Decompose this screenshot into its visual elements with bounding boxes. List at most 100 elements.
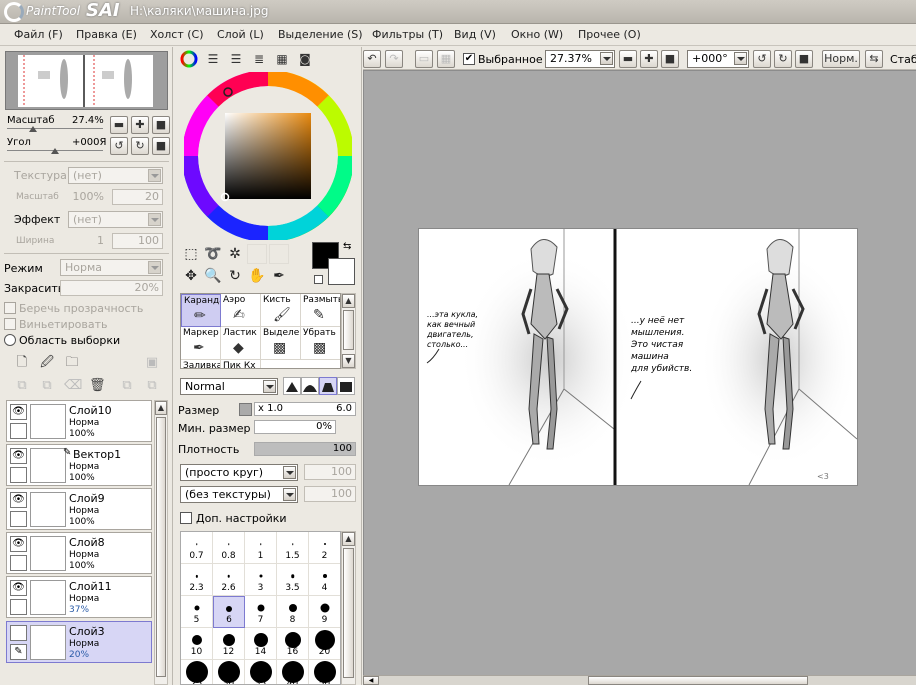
layer-item[interactable]: 👁 Слой10 Норма 100% — [6, 400, 152, 442]
soft-edge-shape-icon[interactable] — [301, 377, 319, 395]
size-grid-scrollbar[interactable]: ▲ — [341, 531, 356, 685]
brush-texture-strength[interactable]: 100 — [304, 486, 356, 502]
scroll-thumb[interactable] — [588, 676, 808, 685]
brush-size-preset[interactable]: 1.5 — [277, 532, 309, 564]
brush-pencil[interactable]: Каранда ✏ — [181, 294, 221, 327]
brush-size-preset[interactable]: 14 — [245, 628, 277, 660]
menu-edit[interactable]: Правка (E) — [76, 28, 137, 41]
menu-canvas[interactable]: Холст (C) — [150, 28, 204, 41]
brush-size-preset[interactable]: 2.3 — [181, 564, 213, 596]
reset-colors-icon[interactable] — [314, 275, 323, 284]
merge-down-icon[interactable]: ⧉ — [119, 378, 135, 394]
normal-view-button[interactable]: Норм. — [822, 50, 860, 68]
swatches-tab-icon[interactable]: ≣ — [249, 50, 269, 68]
canvas-zoom-out-button[interactable]: ▬ — [619, 50, 637, 68]
eye-icon[interactable] — [10, 625, 27, 641]
scroll-thumb[interactable] — [156, 417, 166, 677]
deselect-button[interactable]: ▭ — [415, 50, 433, 68]
brush-size-preset[interactable]: 12 — [213, 628, 245, 660]
size-slider[interactable]: x 1.0 6.0 — [254, 402, 356, 416]
palette-tab-icon[interactable]: ▦ — [272, 50, 292, 68]
rotate-icon[interactable]: ↻ — [225, 266, 245, 286]
brush-size-preset[interactable]: 50 — [309, 660, 340, 684]
scratchpad-tab-icon[interactable]: ◙ — [295, 50, 315, 68]
layer-item[interactable]: 👁 Вектор1 ✎ Норма 100% — [6, 444, 152, 486]
brush-size-preset[interactable]: 5 — [181, 596, 213, 628]
magic-wand-icon[interactable]: ✲ — [225, 244, 245, 264]
rgb-slider-tab-icon[interactable]: ☰ — [203, 50, 223, 68]
selected-checkbox[interactable]: ✔ — [463, 53, 475, 65]
menu-window[interactable]: Окно (W) — [511, 28, 563, 41]
copy-layer-icon[interactable]: ⧉ — [14, 378, 30, 394]
new-vector-layer-icon[interactable]: 🖉 — [39, 355, 55, 371]
flip-horizontal-button[interactable]: ⇆ — [865, 50, 883, 68]
merge-visible-icon[interactable]: ⧉ — [144, 378, 160, 394]
menu-view[interactable]: Вид (V) — [454, 28, 496, 41]
vignette-checkbox[interactable] — [4, 318, 16, 330]
hsv-slider-tab-icon[interactable]: ☰ — [226, 50, 246, 68]
brush-size-preset[interactable]: 2 — [309, 532, 340, 564]
brush-size-preset[interactable]: 7 — [245, 596, 277, 628]
brush-palette-scrollbar[interactable]: ▲ ▼ — [341, 293, 356, 369]
rotate-reset-button[interactable]: ■ — [152, 137, 170, 155]
move-icon[interactable]: ✥ — [181, 266, 201, 286]
hand-icon[interactable]: ✋ — [247, 266, 267, 286]
invert-selection-button[interactable]: ▦ — [437, 50, 455, 68]
layer-list-scrollbar[interactable]: ▲ — [154, 400, 168, 685]
brush-size-preset[interactable]: 10 — [181, 628, 213, 660]
clear-layer-icon[interactable]: ⌫ — [64, 378, 82, 394]
lock-toggle[interactable] — [10, 423, 27, 439]
zoom-reset-button[interactable]: ■ — [152, 116, 170, 134]
canvas-zoom-reset-button[interactable]: ■ — [661, 50, 679, 68]
min-size-slider[interactable]: 0% — [254, 420, 336, 434]
brush-size-preset[interactable]: 0.7 — [181, 532, 213, 564]
redo-button[interactable]: ↷ — [385, 50, 403, 68]
brush-size-preset[interactable]: 35 — [245, 660, 277, 684]
zoom-out-button[interactable]: ▬ — [110, 116, 128, 134]
brush-shape-strength[interactable]: 100 — [304, 464, 356, 480]
eye-icon[interactable]: 👁 — [10, 404, 27, 420]
brush-size-preset[interactable]: 9 — [309, 596, 340, 628]
scroll-up-icon[interactable]: ▲ — [155, 401, 167, 415]
new-folder-icon[interactable]: 🗀 — [64, 355, 80, 371]
texture-scale-input[interactable]: 20 — [112, 189, 163, 205]
brush-size-preset[interactable]: 3.5 — [277, 564, 309, 596]
lock-toggle[interactable] — [10, 555, 27, 571]
brush-blend-select[interactable]: Normal — [180, 378, 278, 395]
lasso-icon[interactable]: ➰ — [203, 244, 223, 264]
brush-texture-select[interactable]: (без текстуры) — [180, 486, 298, 503]
brush-shape-select[interactable]: (просто круг) — [180, 464, 298, 481]
brush-size-preset[interactable]: 40 — [277, 660, 309, 684]
zoom-in-button[interactable]: ✚ — [131, 116, 149, 134]
selection-area-radio[interactable] — [4, 334, 16, 346]
canvas-rotate-reset-button[interactable]: ■ — [795, 50, 813, 68]
brush-select-pen[interactable]: Выделен ▩ — [261, 327, 301, 360]
brush-size-preset[interactable]: 0.8 — [213, 532, 245, 564]
mask-icon[interactable]: ▣ — [144, 355, 160, 371]
menu-other[interactable]: Прочее (O) — [578, 28, 641, 41]
brush-bucket[interactable]: Заливка — [181, 360, 221, 368]
texture-select[interactable]: (нет) — [68, 167, 163, 184]
brush-size-preset[interactable]: 8 — [277, 596, 309, 628]
menu-selection[interactable]: Выделение (S) — [278, 28, 363, 41]
secondary-color-swatch[interactable] — [328, 258, 355, 285]
brush-size-preset[interactable]: 1 — [245, 532, 277, 564]
rotate-right-button[interactable]: ↻ — [131, 137, 149, 155]
canvas-horizontal-scrollbar[interactable]: ◀ — [363, 675, 916, 685]
layer-item[interactable]: 👁 Слой8 Норма 100% — [6, 532, 152, 574]
brush-size-preset[interactable]: 3 — [245, 564, 277, 596]
undo-button[interactable]: ↶ — [363, 50, 381, 68]
square-shape-icon[interactable] — [337, 377, 355, 395]
brush-size-preset[interactable]: 2.6 — [213, 564, 245, 596]
zoom-slider-track[interactable] — [7, 128, 103, 129]
brush-deselect[interactable]: Убрать ▩ — [301, 327, 340, 360]
eye-icon[interactable]: 👁 — [10, 492, 27, 508]
menu-layer[interactable]: Слой (L) — [217, 28, 264, 41]
scroll-up-icon[interactable]: ▲ — [342, 294, 355, 308]
preserve-opacity-checkbox[interactable] — [4, 302, 16, 314]
effect-select[interactable]: (нет) — [68, 211, 163, 228]
eye-icon[interactable]: 👁 — [10, 448, 27, 464]
brush-picker[interactable]: Пик Кх — [221, 360, 261, 368]
eye-icon[interactable]: 👁 — [10, 536, 27, 552]
eye-icon[interactable]: 👁 — [10, 580, 27, 596]
